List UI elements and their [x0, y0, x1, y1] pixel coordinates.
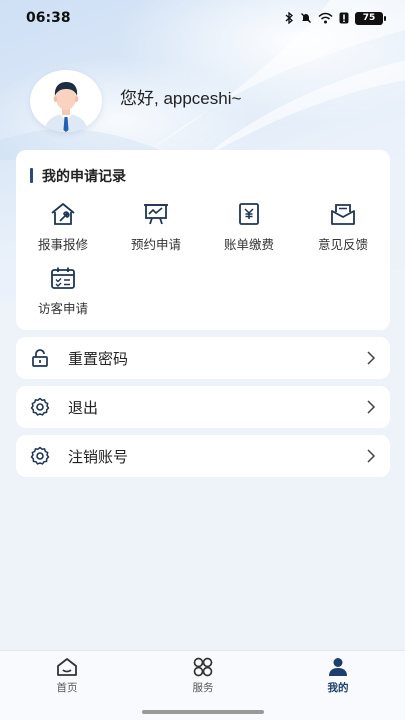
yen-bill-icon: [239, 203, 259, 225]
record-item-feedback[interactable]: 意见反馈: [298, 202, 388, 253]
tab-label: 服务: [192, 682, 214, 694]
avatar-person-icon: [44, 82, 88, 132]
chevron-right-icon: [367, 400, 376, 414]
house-wrench-icon: [51, 203, 75, 225]
settings-gear-icon: [30, 397, 50, 416]
menu-item-logout[interactable]: 退出: [16, 386, 390, 428]
avatar[interactable]: [30, 70, 102, 132]
record-item-reservation[interactable]: 预约申请: [111, 202, 201, 253]
tab-home[interactable]: 首页: [27, 657, 107, 695]
calendar-check-icon: [51, 267, 75, 289]
record-item-visitor[interactable]: 访客申请: [18, 266, 108, 317]
home-indicator: [142, 710, 264, 714]
tab-label: 首页: [56, 682, 78, 694]
presentation-board-icon: [144, 204, 168, 225]
record-item-label: 报事报修: [37, 237, 88, 252]
wifi-icon: [318, 12, 333, 24]
menu-item-deactivate-account[interactable]: 注销账号: [16, 435, 390, 477]
menu-item-reset-password[interactable]: 重置密码: [16, 337, 390, 379]
bluetooth-icon: [285, 12, 293, 24]
chevron-right-icon: [367, 351, 376, 365]
menu-item-label: 退出: [68, 398, 99, 417]
tab-label: 我的: [327, 682, 349, 694]
tab-services[interactable]: 服务: [163, 657, 243, 695]
record-item-label: 账单缴费: [223, 237, 274, 252]
alert-icon: [339, 12, 349, 24]
home-icon: [57, 658, 77, 676]
menu-item-label: 注销账号: [68, 447, 129, 466]
record-item-repair[interactable]: 报事报修: [18, 202, 108, 253]
status-icons: 75: [284, 11, 386, 25]
status-bar: 06:38 75: [0, 0, 405, 36]
lock-icon: [32, 349, 48, 367]
menu-item-label: 重置密码: [68, 349, 129, 368]
section-title: 我的申请记录: [30, 166, 126, 186]
record-item-label: 意见反馈: [317, 237, 368, 252]
greeting-text: 您好, appceshi~: [120, 89, 242, 108]
tab-mine[interactable]: 我的: [298, 657, 378, 695]
chevron-right-icon: [367, 449, 376, 463]
battery-icon: 75: [355, 11, 386, 25]
record-item-label: 访客申请: [37, 301, 88, 316]
grid-services-icon: [193, 657, 213, 677]
status-time: 06:38: [26, 10, 71, 26]
user-icon: [329, 658, 347, 676]
record-item-bill-payment[interactable]: 账单缴费: [204, 202, 294, 253]
feedback-envelope-icon: [331, 204, 355, 225]
record-item-label: 预约申请: [130, 237, 181, 252]
settings-gear-icon: [30, 446, 50, 465]
application-records-card: 我的申请记录 报事报修 预约申请 账单缴费 意见反馈 访客申请: [16, 150, 390, 330]
mute-icon: [301, 13, 311, 23]
